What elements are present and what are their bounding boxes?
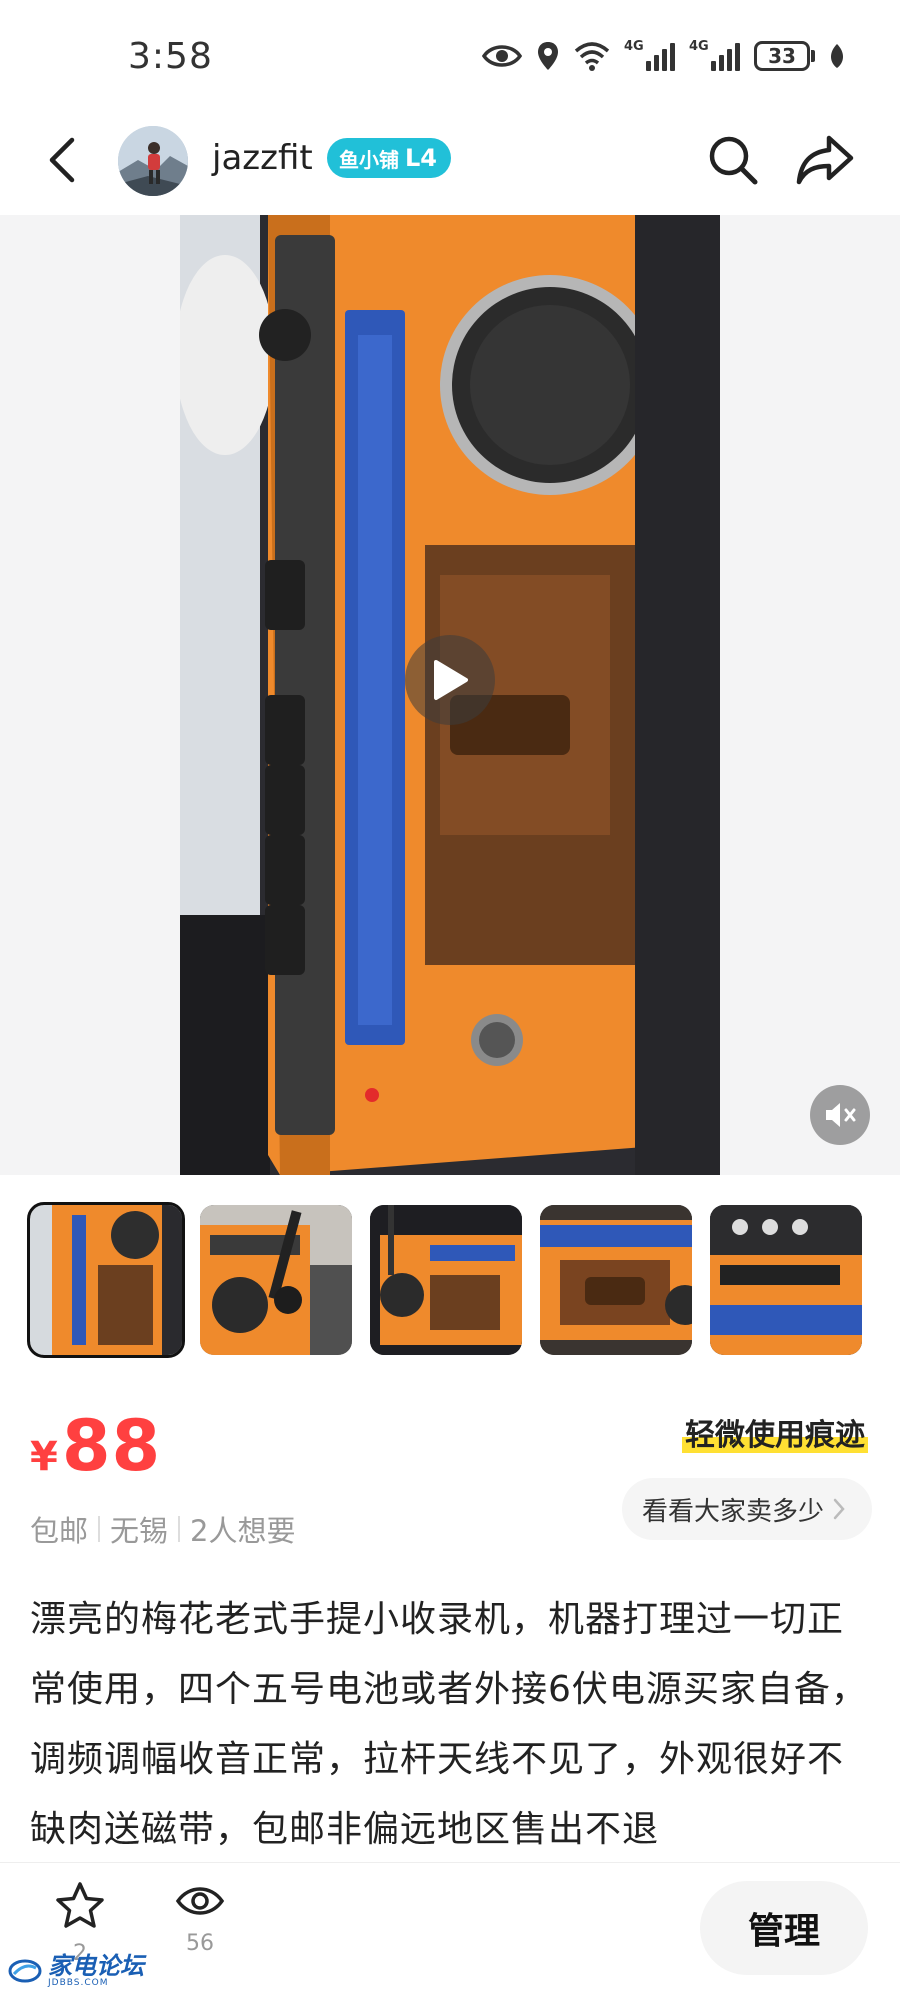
media-viewer[interactable]: [0, 215, 900, 1175]
eye-icon: [482, 45, 522, 67]
badge-level: L4: [405, 144, 437, 172]
play-button[interactable]: [405, 635, 495, 725]
manage-button[interactable]: 管理: [700, 1881, 868, 1975]
thumbnail[interactable]: [710, 1205, 862, 1355]
status-bar: 3:58 4G 4G 33: [0, 0, 900, 110]
badge-label: 鱼小铺: [339, 147, 399, 172]
play-icon: [434, 660, 468, 700]
top-nav: jazzfit 鱼小铺 L4: [0, 110, 900, 215]
divider: [98, 1516, 101, 1542]
thumbnail[interactable]: [27, 1202, 185, 1358]
site-watermark: 家电论坛 JDBBS.COM: [8, 1950, 144, 1992]
thumbnail[interactable]: [370, 1205, 522, 1355]
listing-page: 3:58 4G 4G 33 jazzfit 鱼小铺 L4 ¥ 88 轻微使用痕迹…: [0, 0, 900, 2000]
status-icons: 4G 4G 33: [482, 39, 845, 72]
status-time: 3:58: [128, 36, 213, 77]
price-currency: ¥: [30, 1434, 58, 1480]
thumbnail[interactable]: [200, 1205, 352, 1355]
battery-level: 33: [754, 41, 810, 71]
price-value: 88: [61, 1405, 162, 1487]
avatar[interactable]: [118, 126, 188, 196]
search-icon[interactable]: [705, 132, 761, 188]
see-prices-button[interactable]: 看看大家卖多少: [621, 1478, 872, 1540]
speaker-muted-icon: [826, 1103, 856, 1127]
condition-tag: 轻微使用痕迹: [682, 1410, 868, 1454]
divider: [178, 1516, 181, 1542]
views-indicator: 56: [160, 1881, 240, 1956]
signal-icon: 4G: [624, 39, 675, 71]
signal-icon: 4G: [689, 39, 740, 71]
leaf-icon: [831, 44, 843, 68]
watermark-text: 家电论坛: [48, 1952, 144, 1980]
share-icon[interactable]: [795, 132, 855, 188]
location-icon: [538, 42, 558, 70]
eye-icon: [175, 1887, 225, 1915]
star-icon: [56, 1882, 104, 1928]
listing-description: 漂亮的梅花老式手提小收录机，机器打理过一切正常使用，四个五号电池或者外接6伏电源…: [30, 1599, 868, 1850]
location-label: 无锡: [110, 1514, 169, 1548]
see-prices-label: 看看大家卖多少: [641, 1496, 824, 1527]
chevron-right-icon: [833, 1498, 845, 1520]
avatar-image: [118, 126, 188, 196]
shipping-label: 包邮: [30, 1514, 89, 1548]
battery-icon: 33: [754, 41, 815, 71]
wifi-icon: [574, 42, 610, 71]
views-count: 56: [186, 1931, 214, 1956]
listing-meta: 包邮 无锡 2人想要: [30, 1508, 295, 1550]
thumbnail-strip: [27, 1202, 900, 1360]
watermark-logo-icon: [8, 1959, 42, 1983]
thumbnail[interactable]: [540, 1205, 692, 1355]
shop-level-badge[interactable]: 鱼小铺 L4: [327, 138, 451, 178]
mute-button[interactable]: [810, 1085, 870, 1145]
wants-count: 2人想要: [190, 1514, 296, 1548]
back-icon[interactable]: [38, 132, 88, 188]
condition-label: 轻微使用痕迹: [682, 1418, 868, 1453]
seller-username[interactable]: jazzfit: [212, 138, 313, 178]
price: ¥ 88: [30, 1405, 161, 1487]
